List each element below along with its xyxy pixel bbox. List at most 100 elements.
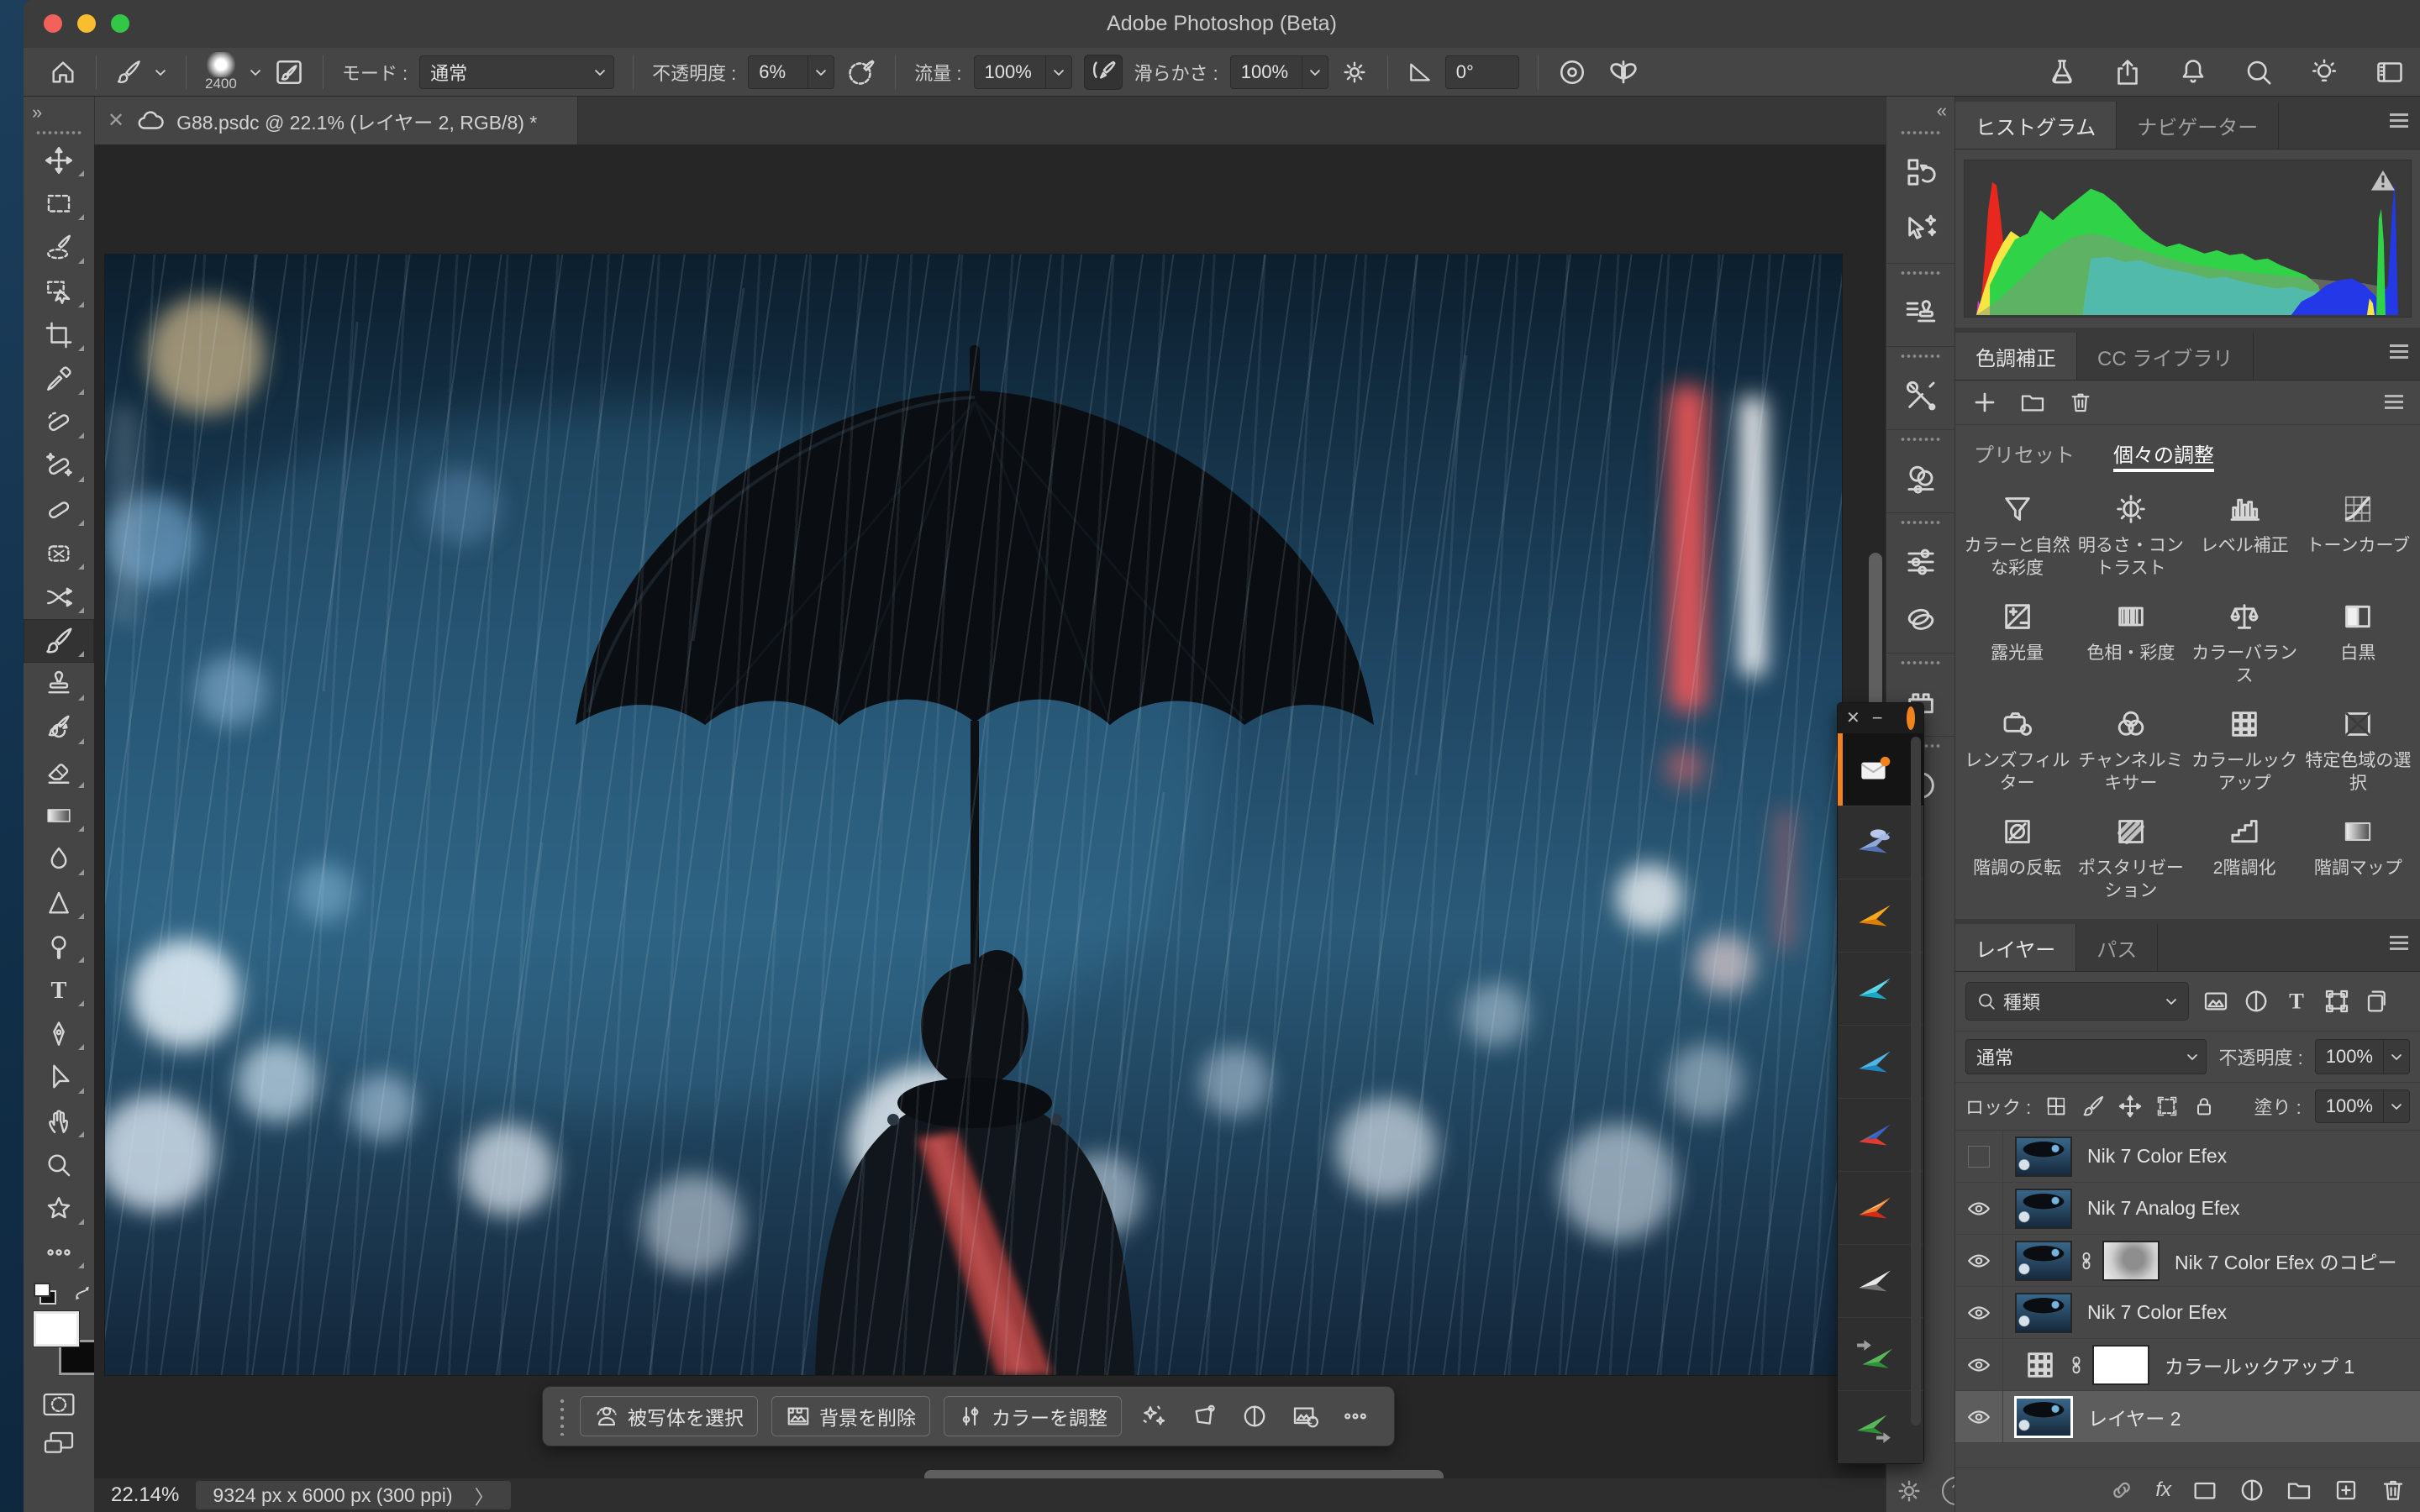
layer-row[interactable]: Nik 7 Color Efex xyxy=(1955,1131,2420,1183)
tools-panel-button[interactable] xyxy=(1897,374,1945,417)
layer-thumbnail[interactable] xyxy=(2015,1293,2072,1333)
pressure-size-icon[interactable] xyxy=(1557,57,1587,87)
layer-opacity-dropdown[interactable] xyxy=(2383,1040,2409,1074)
minimize-icon[interactable]: − xyxy=(1872,709,1883,727)
expand-status-icon[interactable]: 〉 xyxy=(475,1481,494,1509)
mask-link-icon[interactable] xyxy=(2075,1250,2097,1272)
tool-object-selection[interactable] xyxy=(24,270,94,313)
tool-patch[interactable] xyxy=(24,532,94,575)
select-subject-button[interactable]: 被写体を選択 xyxy=(580,1396,758,1436)
toolbar-grip[interactable] xyxy=(35,129,82,137)
type-filter-icon[interactable] xyxy=(2283,988,2310,1015)
layer-row-selected[interactable]: レイヤー 2 xyxy=(1955,1391,2420,1443)
nik-palette-scrollbar[interactable] xyxy=(1911,737,1921,1425)
adj-color-vibrance[interactable]: カラーと自然な彩度 xyxy=(1960,480,2074,588)
adj-exposure[interactable]: 露光量 xyxy=(1960,588,2074,696)
zoom-level[interactable]: 22.14% xyxy=(111,1483,179,1507)
layer-name[interactable]: Nik 7 Color Efex のコピー xyxy=(2175,1247,2397,1275)
vertical-scrollbar[interactable] xyxy=(1869,553,1882,711)
layer-row[interactable]: カラールックアップ 1 xyxy=(1955,1339,2420,1391)
tab-cc-libraries[interactable]: CC ライブラリ xyxy=(2077,333,2254,380)
more-options-button[interactable] xyxy=(1337,1398,1374,1435)
tool-history-brush[interactable] xyxy=(24,706,94,750)
add-image-button[interactable] xyxy=(1286,1398,1323,1435)
trash-icon[interactable] xyxy=(2068,390,2093,415)
airbrush-toggle[interactable] xyxy=(1084,55,1123,90)
adj-brightness-contrast[interactable]: 明るさ・コントラスト xyxy=(2074,480,2187,588)
tab-navigator[interactable]: ナビゲーター xyxy=(2117,102,2279,149)
close-tab-icon[interactable]: ✕ xyxy=(108,108,124,133)
layer-name[interactable]: Nik 7 Color Efex xyxy=(2087,1145,2227,1168)
tool-crop[interactable] xyxy=(24,313,94,357)
layer-name[interactable]: Nik 7 Analog Efex xyxy=(2087,1197,2240,1220)
tool-dodge[interactable] xyxy=(24,925,94,969)
taskbar-grip[interactable] xyxy=(558,1397,566,1436)
fill-input[interactable]: 100% xyxy=(2315,1089,2410,1123)
subtab-single-adjustments[interactable]: 個々の調整 xyxy=(2113,438,2214,472)
home-icon[interactable] xyxy=(49,58,77,87)
tool-shape[interactable] xyxy=(24,1187,94,1231)
tool-eyedropper[interactable] xyxy=(24,357,94,401)
panel-group-grip[interactable] xyxy=(1900,435,1942,444)
layer-thumbnail[interactable] xyxy=(2015,1137,2072,1177)
tool-rectangular-marquee[interactable] xyxy=(24,182,94,226)
new-group-icon[interactable] xyxy=(2286,1477,2312,1504)
layer-name[interactable]: レイヤー 2 xyxy=(2088,1403,2181,1431)
adj-levels[interactable]: レベル補正 xyxy=(2188,480,2302,588)
tool-spot-healing-brush[interactable] xyxy=(24,401,94,444)
visibility-toggle[interactable] xyxy=(1955,1287,2003,1338)
adj-invert[interactable]: 階調の反転 xyxy=(1960,803,2074,911)
transform-button[interactable] xyxy=(1186,1398,1223,1435)
layer-opacity-input[interactable]: 100% xyxy=(2315,1039,2410,1074)
smoothing-input[interactable]: 100% xyxy=(1230,55,1328,89)
layer-blend-mode-select[interactable]: 通常 xyxy=(1965,1039,2207,1074)
layer-mask-thumbnail[interactable] xyxy=(2092,1345,2149,1385)
brush-preset-picker[interactable]: 2400 xyxy=(205,52,237,92)
tool-move[interactable] xyxy=(24,139,94,182)
lightbulb-icon[interactable] xyxy=(2309,57,2339,87)
chevron-down-icon[interactable] xyxy=(249,68,262,76)
default-colors-button[interactable] xyxy=(34,1283,56,1305)
generative-panel-button[interactable] xyxy=(1897,207,1945,251)
blend-mode-select[interactable]: 通常 xyxy=(419,55,614,89)
tool-pen[interactable] xyxy=(24,1012,94,1056)
history-panel-button[interactable] xyxy=(1897,150,1945,194)
lock-transparency-icon[interactable] xyxy=(2044,1095,2068,1118)
visibility-toggle[interactable] xyxy=(1955,1183,2003,1234)
swap-colors-icon[interactable] xyxy=(73,1284,94,1304)
nik-palette-header[interactable]: ✕ − xyxy=(1838,703,1923,733)
tool-edit-toolbar[interactable] xyxy=(24,1231,94,1274)
adj-hue-saturation[interactable]: 色相・彩度 xyxy=(2074,588,2187,696)
adj-gradient-map[interactable]: 階調マップ xyxy=(2302,803,2415,911)
panel-group-grip[interactable] xyxy=(1900,352,1942,360)
gear-icon[interactable] xyxy=(1340,58,1369,87)
adj-photo-filter[interactable]: レンズフィルター xyxy=(1960,696,2074,803)
tool-gradient[interactable] xyxy=(24,794,94,837)
tool-zoom[interactable] xyxy=(24,1143,94,1187)
panel-group-grip[interactable] xyxy=(1900,269,1942,277)
tool-eraser[interactable] xyxy=(24,750,94,794)
layer-name[interactable]: Nik 7 Color Efex xyxy=(2087,1301,2227,1324)
properties-panel-button[interactable] xyxy=(1897,540,1945,584)
screen-mode-button[interactable] xyxy=(24,1424,94,1462)
tab-layers[interactable]: レイヤー xyxy=(1955,924,2076,971)
channels-panel-button[interactable] xyxy=(1897,597,1945,641)
visibility-toggle[interactable] xyxy=(1955,1235,2003,1286)
panel-menu-icon[interactable] xyxy=(2390,936,2408,951)
symmetry-butterfly-icon[interactable] xyxy=(1607,56,1639,88)
tool-clone-stamp[interactable] xyxy=(24,663,94,706)
visibility-toggle[interactable] xyxy=(1955,1131,2003,1182)
tool-remove[interactable] xyxy=(24,444,94,488)
panel-group-grip[interactable] xyxy=(1900,129,1942,137)
flow-dropdown-button[interactable] xyxy=(1045,56,1071,88)
visibility-toggle[interactable] xyxy=(1955,1391,2003,1442)
link-layers-icon[interactable] xyxy=(2108,1477,2135,1504)
new-adjustment-icon[interactable] xyxy=(2238,1477,2265,1504)
subtab-presets[interactable]: プリセット xyxy=(1974,438,2075,472)
clone-source-panel-button[interactable] xyxy=(1897,291,1945,334)
lock-position-icon[interactable] xyxy=(2118,1095,2142,1118)
tool-type[interactable] xyxy=(24,969,94,1012)
sparkle-button[interactable] xyxy=(1135,1398,1172,1435)
brush-angle-input[interactable]: 0° xyxy=(1445,55,1519,89)
pressure-opacity-icon[interactable] xyxy=(846,57,876,87)
